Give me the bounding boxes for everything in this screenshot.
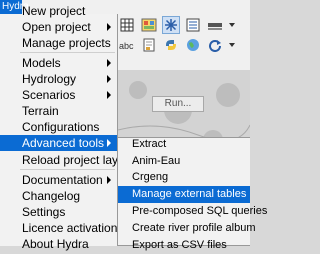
advanced-tools-submenu: Extract Anim-Eau Crgeng Manage external tab…	[117, 136, 267, 251]
chevron-right-icon	[107, 139, 111, 147]
list-icon[interactable]	[184, 16, 202, 34]
submenu-item-label: Pre-composed SQL queries	[132, 205, 268, 217]
menu-item-terrain[interactable]: Terrain	[0, 103, 117, 119]
menu-item-label: Advanced tools	[22, 136, 105, 150]
menu-item-label: Settings	[22, 205, 66, 219]
menu-item-label: Changelog	[22, 189, 81, 203]
submenu-item-label: Extract	[132, 138, 167, 150]
menu-item-settings[interactable]: Settings	[0, 204, 117, 220]
toolbar: abc	[118, 14, 250, 70]
submenu-item-crgeng[interactable]: Crgeng	[118, 169, 250, 186]
submenu-item-manage-external-tables[interactable]: Manage external tables	[118, 186, 250, 203]
dashboard-icon[interactable]	[140, 16, 158, 34]
menu-item-new-project[interactable]: New project	[0, 3, 117, 19]
text-icon[interactable]	[206, 16, 224, 34]
submenu-item-label: Manage external tables	[132, 188, 247, 200]
submenu-item-extract[interactable]: Extract	[118, 136, 250, 153]
menu-separator	[20, 52, 115, 53]
menu-item-models[interactable]: Models	[0, 55, 117, 71]
menu-item-label: Models	[22, 56, 61, 70]
submenu-item-create-river-profile-album[interactable]: Create river profile album	[118, 220, 256, 237]
python-icon[interactable]	[162, 36, 180, 54]
menu-item-label: New project	[22, 4, 86, 18]
refresh-icon[interactable]	[206, 36, 224, 54]
menu-item-label: Open project	[22, 20, 91, 34]
submenu-item-label: Create river profile album	[132, 222, 256, 234]
menu-item-changelog[interactable]: Changelog	[0, 188, 117, 204]
submenu-item-pre-composed-sql-queries[interactable]: Pre-composed SQL queries	[118, 203, 267, 220]
submenu-item-anim-eau[interactable]: Anim-Eau	[118, 153, 250, 170]
chevron-right-icon	[107, 75, 111, 83]
grid-icon[interactable]	[118, 16, 136, 34]
menu-item-label: Scenarios	[22, 88, 76, 102]
abc-icon[interactable]: abc	[118, 36, 136, 54]
submenu-item-label: Crgeng	[132, 171, 169, 183]
menu-item-manage-projects[interactable]: Manage projects	[0, 35, 117, 51]
menu-item-hydrology[interactable]: Hydrology	[0, 71, 117, 87]
snowflake-icon[interactable]	[162, 16, 180, 34]
menu-separator	[20, 169, 115, 170]
document-icon[interactable]	[140, 36, 158, 54]
menu-item-advanced-tools[interactable]: Advanced tools	[0, 135, 117, 151]
chevron-right-icon	[107, 23, 111, 31]
chevron-right-icon	[107, 91, 111, 99]
menu-item-label: About Hydra	[22, 237, 89, 251]
menu-item-label: Licence activation	[22, 221, 118, 235]
menu-item-label: Hydrology	[22, 72, 77, 86]
menu-item-label: Documentation	[22, 173, 103, 187]
menu-item-label: Configurations	[22, 120, 100, 134]
run-button[interactable]: Run...	[152, 96, 204, 112]
dropdown-icon[interactable]	[228, 16, 236, 34]
submenu-item-label: Export as CSV files	[132, 239, 227, 251]
menu-item-reload-project-layers[interactable]: Reload project layers	[0, 152, 135, 168]
menu-item-configurations[interactable]: Configurations	[0, 119, 117, 135]
menu-item-label: Terrain	[22, 104, 59, 118]
menu-item-open-project[interactable]: Open project	[0, 19, 117, 35]
chevron-right-icon	[107, 59, 111, 67]
menu-item-licence-activation[interactable]: Licence activation	[0, 220, 117, 236]
menu-item-about-hydra[interactable]: About Hydra	[0, 236, 117, 252]
chevron-right-icon	[107, 176, 111, 184]
dropdown-icon[interactable]	[228, 36, 236, 54]
menu-item-documentation[interactable]: Documentation	[0, 172, 117, 188]
menu-item-label: Manage projects	[22, 36, 111, 50]
earth-icon[interactable]	[184, 36, 202, 54]
hydra-menu: New project Open project Manage projects Mo…	[0, 4, 135, 251]
menu-item-scenarios[interactable]: Scenarios	[0, 87, 117, 103]
svg-text:abc: abc	[119, 41, 134, 51]
submenu-item-label: Anim-Eau	[132, 155, 181, 167]
